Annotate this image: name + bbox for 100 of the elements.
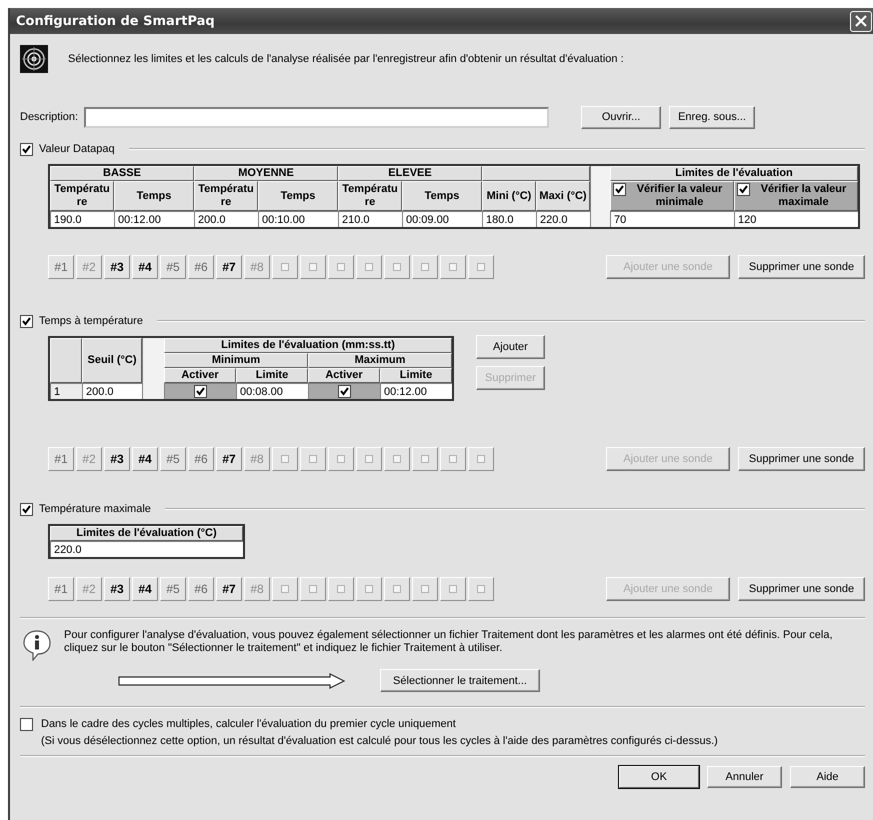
dialog-button[interactable]: Aide (790, 766, 865, 788)
column-header: Temps (402, 181, 482, 211)
probe-button[interactable]: #4 (132, 255, 158, 279)
probe-button[interactable]: #3 (104, 577, 130, 601)
table-cell: 190.0 (50, 211, 114, 227)
checkbox[interactable] (20, 718, 33, 731)
group-header: BASSE (50, 166, 194, 181)
probe-button[interactable]: #5 (160, 255, 186, 279)
probe-button[interactable]: #1 (48, 447, 74, 471)
checkbox[interactable] (20, 142, 33, 156)
table-cell: 220.0 (536, 211, 590, 227)
probe-button[interactable]: #7 (216, 255, 242, 279)
square-icon (365, 585, 373, 593)
description-field[interactable] (84, 106, 550, 128)
probe-button[interactable]: #7 (216, 447, 242, 471)
probe-button[interactable]: #5 (160, 577, 186, 601)
square-icon (449, 455, 457, 463)
window-title: Configuration de SmartPaq (16, 14, 215, 28)
column-header: Seuil (°C) (82, 338, 142, 383)
table-spacer (590, 166, 610, 227)
arrow-icon (118, 672, 346, 688)
probe-button[interactable]: #3 (104, 447, 130, 471)
table-cell: 180.0 (482, 211, 536, 227)
checkbox[interactable] (20, 502, 33, 516)
column-label: Vérifier la valeur minimale (636, 183, 724, 209)
column-header: Température (338, 181, 402, 211)
checkbox[interactable] (20, 314, 33, 328)
option-label: Dans le cadre des cycles multiples, calculer l'évaluation du premier cycle uniquement (41, 718, 457, 730)
square-icon (281, 585, 289, 593)
probe-button[interactable]: #6 (188, 447, 214, 471)
checkbox[interactable] (338, 384, 351, 398)
table-cell: 70 (610, 211, 734, 227)
square-icon (421, 455, 429, 463)
add-button[interactable]: Ajouter (476, 335, 545, 359)
column-header: Maxi (°C) (536, 181, 590, 211)
square-icon (477, 585, 485, 593)
dialog-button[interactable]: OK (619, 766, 699, 788)
square-icon (421, 585, 429, 593)
table-cell: 00:08.00 (236, 383, 308, 399)
checkbox[interactable] (194, 384, 207, 398)
group-header: ELEVEE (338, 166, 482, 181)
square-icon (477, 455, 485, 463)
square-icon (393, 263, 401, 271)
checkbox[interactable] (613, 183, 626, 196)
column-header: Activer (308, 368, 380, 383)
section-label: Valeur Datapaq (39, 143, 115, 155)
checkbox[interactable] (737, 183, 750, 196)
remove-probe-button[interactable]: Supprimer une sonde (738, 447, 865, 471)
square-icon (337, 585, 345, 593)
square-icon (477, 263, 485, 271)
select-treatment-button[interactable]: Sélectionner le traitement... (380, 669, 540, 692)
probe-button[interactable]: #1 (48, 577, 74, 601)
group-header: MOYENNE (194, 166, 338, 181)
probe-button[interactable]: #1 (48, 255, 74, 279)
square-icon (309, 585, 317, 593)
section-label: Température maximale (39, 503, 151, 515)
square-icon (393, 585, 401, 593)
probe-button[interactable]: #5 (160, 447, 186, 471)
file-button[interactable]: Ouvrir... (581, 106, 662, 128)
group-header: Limites de l'évaluation (610, 166, 858, 181)
row-number: 1 (50, 383, 82, 399)
close-icon (855, 15, 867, 27)
table-cell: 00:09.00 (402, 211, 482, 227)
table-cell: 00:12.00 (380, 383, 452, 399)
intro-text: Sélectionnez les limites et les calculs de l'analyse réalisée par l'enregistreur afin d'obtenir un résultat d'évaluation : (68, 53, 624, 65)
section-label: Temps à température (39, 315, 143, 327)
table-cell: 00:10.00 (258, 211, 338, 227)
column-header: Temps (258, 181, 338, 211)
info-text: Pour configurer l'analyse d'évaluation, vous pouvez également sélectionner un fichier Traitement dont les paramètres et les alarmes ont été définis. Pour cela, cliquez sur le bouton "Sélectionner le traitement" et indiquez le fichier Traitement à utiliser. (64, 629, 834, 656)
column-header: Limite (236, 368, 308, 383)
file-button[interactable]: Enreg. sous... (669, 106, 755, 128)
dialog-button[interactable]: Annuler (707, 766, 782, 788)
option-note: (Si vous désélectionnez cette option, un résultat d'évaluation est calculé pour tous les cycles à l'aide des paramètres configurés ci-dessus.) (41, 735, 718, 747)
group-header: Limites de l'évaluation (mm:ss.tt) (164, 338, 452, 353)
column-header: Limites de l'évaluation (°C) (50, 526, 243, 541)
probe-button[interactable]: #4 (132, 577, 158, 601)
description-label: Description: (20, 111, 78, 123)
square-icon (365, 263, 373, 271)
info-icon (22, 629, 52, 661)
probe-button[interactable]: #6 (188, 577, 214, 601)
probe-button[interactable]: #6 (188, 255, 214, 279)
square-icon (449, 263, 457, 271)
group-header: Minimum (164, 353, 308, 368)
remove-probe-button[interactable]: Supprimer une sonde (738, 577, 865, 601)
square-icon (337, 455, 345, 463)
square-icon (365, 455, 373, 463)
column-header: Température (50, 181, 114, 211)
column-label: Vérifier la valeur maximale (760, 183, 848, 209)
square-icon (393, 455, 401, 463)
square-icon (449, 585, 457, 593)
column-header: Température (194, 181, 258, 211)
column-header: Activer (164, 368, 236, 383)
square-icon (421, 263, 429, 271)
probe-button[interactable]: #3 (104, 255, 130, 279)
close-button[interactable] (850, 10, 872, 32)
probe-button[interactable]: #7 (216, 577, 242, 601)
table-cell: 220.0 (50, 541, 243, 557)
group-header: Maximum (308, 353, 452, 368)
probe-button[interactable]: #4 (132, 447, 158, 471)
remove-probe-button[interactable]: Supprimer une sonde (738, 255, 865, 279)
